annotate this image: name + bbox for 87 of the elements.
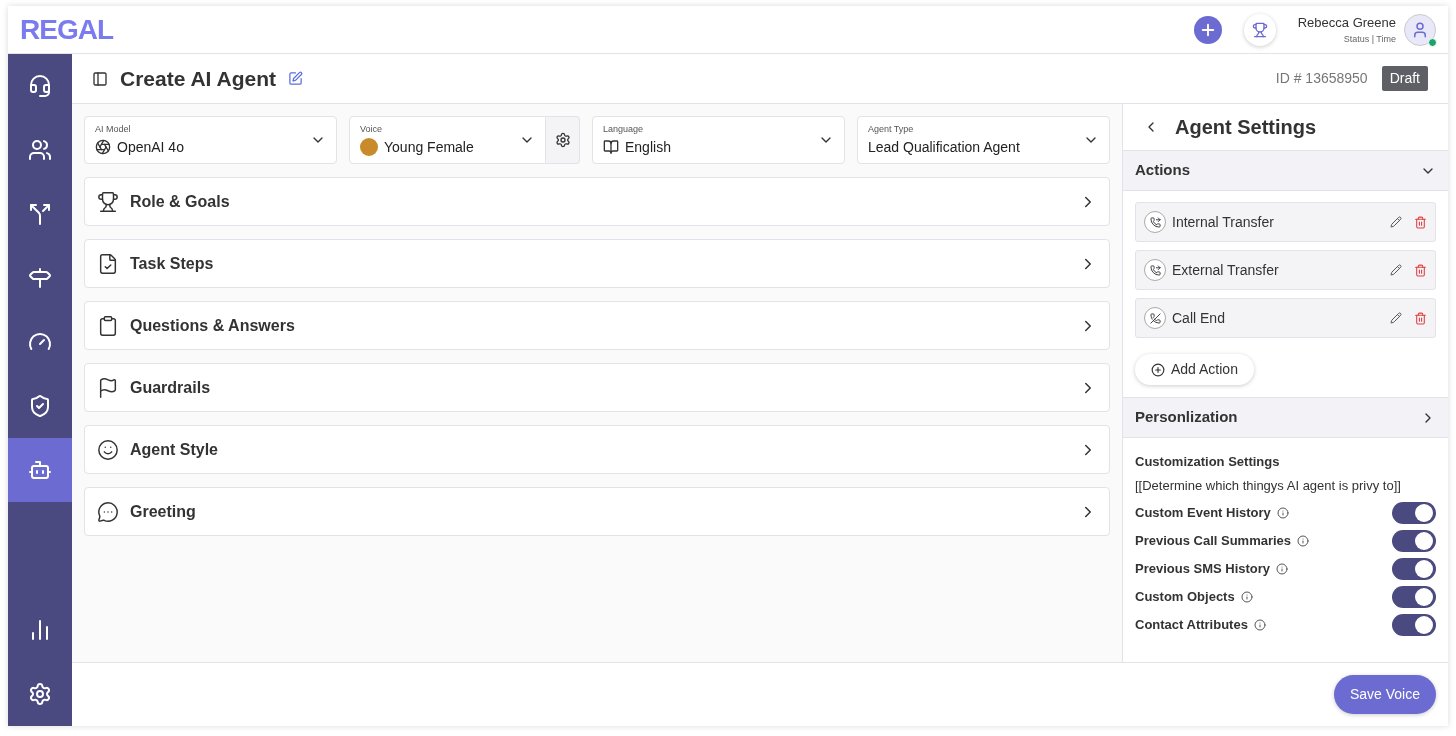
split-arrow-icon bbox=[28, 202, 52, 226]
agent-id: ID # 13658950 bbox=[1275, 69, 1368, 88]
logo-text: REGAL bbox=[20, 12, 113, 47]
delete-icon[interactable] bbox=[1414, 311, 1427, 325]
voice-settings-button[interactable] bbox=[546, 116, 580, 164]
file-check-icon bbox=[97, 252, 119, 275]
users-icon bbox=[28, 138, 52, 162]
plus-circle-icon bbox=[1151, 362, 1165, 377]
nav-item[interactable] bbox=[8, 438, 72, 502]
setting-label: Custom Event History bbox=[1135, 503, 1271, 522]
section-row[interactable]: Role & Goals bbox=[84, 177, 1110, 226]
trophy-icon bbox=[1251, 21, 1268, 38]
panel-toggle-icon[interactable] bbox=[92, 70, 108, 87]
toggle-switch[interactable] bbox=[1392, 585, 1436, 608]
info-icon[interactable] bbox=[1297, 534, 1310, 547]
toggle-switch[interactable] bbox=[1392, 529, 1436, 552]
phone-icon bbox=[1144, 211, 1166, 233]
add-button[interactable] bbox=[1193, 15, 1222, 44]
trophy-icon bbox=[97, 190, 119, 213]
setting-label: Previous Call Summaries bbox=[1135, 531, 1292, 550]
settings-icon bbox=[28, 682, 52, 706]
signpost-icon bbox=[28, 266, 52, 290]
field-label: AI Model bbox=[95, 122, 132, 135]
add-action-button[interactable]: Add Action bbox=[1135, 354, 1254, 385]
field-label: Voice bbox=[360, 122, 384, 135]
dropdown-field[interactable]: Language English bbox=[592, 116, 845, 164]
clipboard-icon bbox=[97, 314, 119, 337]
dropdown-field[interactable]: Agent Type Lead Qualification Agent bbox=[857, 116, 1110, 164]
panel-title: Agent Settings bbox=[1175, 115, 1317, 140]
user-status: Status | Time bbox=[1343, 32, 1396, 46]
info-icon[interactable] bbox=[1276, 562, 1289, 575]
save-voice-button[interactable]: Save Voice bbox=[1333, 675, 1436, 714]
delete-icon[interactable] bbox=[1414, 215, 1427, 229]
delete-icon[interactable] bbox=[1414, 263, 1427, 277]
dropdown-field[interactable]: AI Model OpenAI 4o bbox=[84, 116, 337, 164]
section-row[interactable]: Questions & Answers bbox=[84, 301, 1110, 350]
setting-label: Custom Objects bbox=[1135, 587, 1235, 606]
field-value: OpenAI 4o bbox=[117, 137, 184, 157]
field-label: Language bbox=[603, 122, 645, 135]
dropdown-field[interactable]: Voice Young Female bbox=[349, 116, 546, 164]
user-icon bbox=[1411, 20, 1429, 39]
smile-icon bbox=[97, 438, 119, 461]
phone-icon bbox=[1144, 259, 1166, 281]
trophy-button[interactable] bbox=[1243, 13, 1276, 46]
toggle-switch[interactable] bbox=[1392, 613, 1436, 636]
section-row[interactable]: Guardrails bbox=[84, 363, 1110, 412]
section-row[interactable]: Task Steps bbox=[84, 239, 1110, 288]
user-avatar[interactable] bbox=[1404, 13, 1436, 46]
book-icon bbox=[603, 139, 619, 155]
status-badge: Draft bbox=[1381, 66, 1428, 91]
edit-icon[interactable] bbox=[1390, 264, 1402, 276]
action-label: Call End bbox=[1172, 308, 1226, 328]
flag-icon bbox=[97, 376, 119, 399]
info-icon[interactable] bbox=[1253, 618, 1266, 631]
section-row[interactable]: Agent Style bbox=[84, 425, 1110, 474]
edit-icon[interactable] bbox=[288, 71, 303, 86]
section-header[interactable]: Personlization bbox=[1123, 397, 1448, 438]
field-value: English bbox=[625, 137, 671, 157]
field-value: Lead Qualification Agent bbox=[868, 137, 1020, 157]
chat-bubble-icon bbox=[97, 500, 119, 523]
logo-icon bbox=[95, 139, 111, 155]
section-header[interactable]: Actions bbox=[1123, 150, 1448, 191]
settings-description: [[Determine which thingys AI agent is privy to]] bbox=[1135, 476, 1402, 495]
action-row[interactable]: Call End bbox=[1135, 298, 1436, 338]
section-row[interactable]: Greeting bbox=[84, 487, 1110, 536]
phone-icon bbox=[1144, 307, 1166, 329]
info-icon[interactable] bbox=[1276, 506, 1289, 519]
user-name: Rebecca Greene bbox=[1297, 14, 1396, 32]
setting-label: Contact Attributes bbox=[1135, 615, 1248, 634]
headset-icon bbox=[28, 74, 52, 98]
shield-check-icon bbox=[28, 394, 52, 418]
page-title: Create AI Agent bbox=[120, 65, 276, 92]
action-row[interactable]: Internal Transfer bbox=[1135, 202, 1436, 242]
settings-heading: Customization Settings bbox=[1135, 453, 1281, 471]
action-row[interactable]: External Transfer bbox=[1135, 250, 1436, 290]
info-icon[interactable] bbox=[1240, 590, 1253, 603]
edit-icon[interactable] bbox=[1390, 216, 1402, 228]
action-label: External Transfer bbox=[1172, 260, 1280, 280]
robot-icon bbox=[28, 458, 52, 482]
toggle-switch[interactable] bbox=[1392, 501, 1436, 524]
settings-icon bbox=[554, 132, 571, 148]
toggle-switch[interactable] bbox=[1392, 557, 1436, 580]
field-label: Agent Type bbox=[868, 122, 915, 135]
setting-label: Previous SMS History bbox=[1135, 559, 1271, 578]
edit-icon[interactable] bbox=[1390, 312, 1402, 324]
action-label: Internal Transfer bbox=[1172, 212, 1275, 232]
field-value: Young Female bbox=[384, 137, 474, 157]
